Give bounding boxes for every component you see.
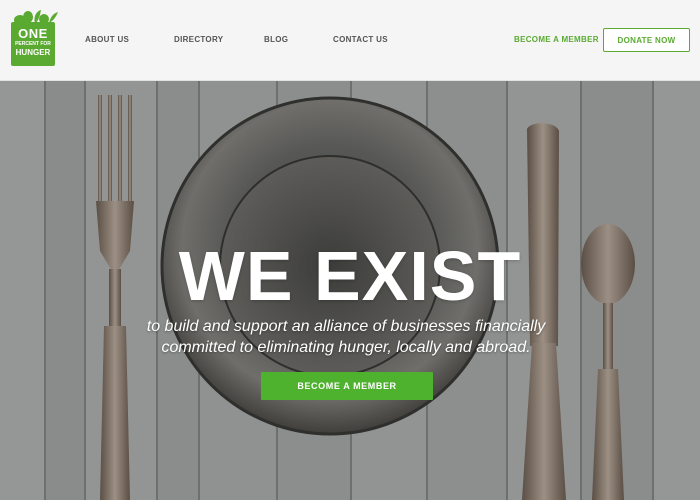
nav-about-us[interactable]: ABOUT US [85, 35, 129, 44]
hero-section: WE EXIST to build and support an allianc… [0, 81, 700, 500]
hero-subtitle: to build and support an alliance of busi… [146, 318, 546, 356]
nav-contact-us[interactable]: CONTACT US [333, 35, 388, 44]
logo-text-one: ONE [18, 26, 48, 41]
site-header: ONE PERCENT FOR HUNGER ABOUT US DIRECTOR… [0, 0, 700, 81]
nav-directory[interactable]: DIRECTORY [174, 35, 223, 44]
hero-become-member-button[interactable]: BECOME A MEMBER [261, 372, 433, 400]
logo-bag-icon: ONE PERCENT FOR HUNGER [11, 22, 55, 66]
donate-now-button[interactable]: DONATE NOW [603, 28, 690, 52]
nav-blog[interactable]: BLOG [264, 35, 288, 44]
logo-text-hunger: HUNGER [15, 48, 51, 57]
logo-text-percent: PERCENT FOR [15, 41, 51, 47]
site-logo[interactable]: ONE PERCENT FOR HUNGER [11, 8, 58, 66]
become-member-link[interactable]: BECOME A MEMBER [514, 35, 599, 44]
hero-title: WE EXIST [178, 237, 522, 315]
